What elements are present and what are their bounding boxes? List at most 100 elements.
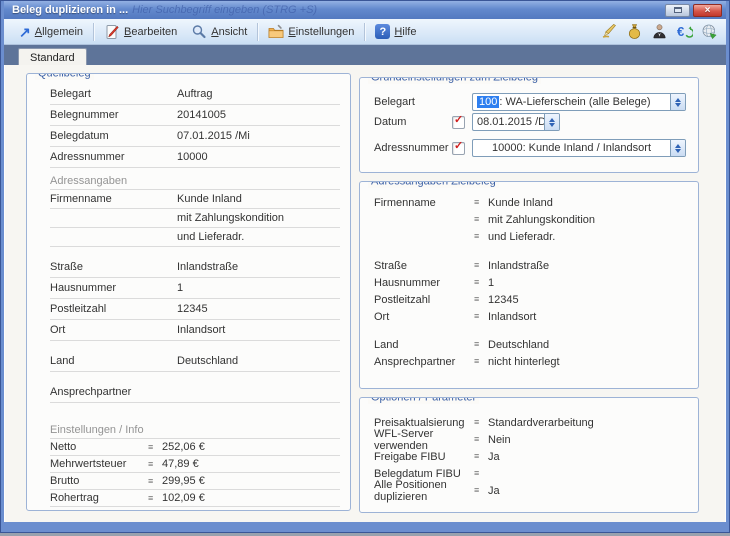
field-value: mit Zahlungskondition [177, 212, 284, 224]
menu-einstellungen[interactable]: Einstellungen [261, 22, 361, 42]
belegart-spinner[interactable] [670, 94, 685, 110]
equals-icon: ≡ [474, 261, 488, 270]
arrow-up-right-icon: ↗ [19, 25, 31, 39]
euro-refresh-icon[interactable]: € [675, 23, 693, 41]
field-value: Inlandstraße [488, 260, 549, 272]
field-row: Mehrwertsteuer≡47,89 € [50, 456, 340, 473]
person-icon[interactable] [650, 23, 668, 41]
help-icon: ? [375, 24, 390, 39]
adressnummer-value: 10000: Kunde Inland / Inlandsort [473, 140, 670, 156]
spinner-up-icon [549, 118, 555, 122]
field-row: StraßeInlandstraße [50, 257, 340, 278]
equals-icon: ≡ [474, 435, 488, 444]
globe-export-icon[interactable] [700, 23, 718, 41]
field-value: 12345 [177, 303, 208, 315]
section-adressangaben: Adressangaben [50, 172, 340, 190]
datum-input[interactable]: 08.01.2015 /Do [472, 113, 560, 131]
content-area: Quellbeleg BelegartAuftrag Belegnummer20… [4, 65, 726, 522]
field-value: 20141005 [177, 109, 226, 121]
field-value: und Lieferadr. [488, 231, 555, 243]
equals-icon: ≡ [474, 340, 488, 349]
menu-einstellungen-label: Einstellungen [288, 26, 354, 38]
field-row: Brutto≡299,95 € [50, 473, 340, 490]
field-row: Ansprechpartner [50, 382, 340, 403]
spinner-down-icon [549, 123, 555, 127]
equals-icon: ≡ [474, 295, 488, 304]
field-value: 299,95 € [162, 475, 205, 487]
section-einstellungen-info: Einstellungen / Info [50, 421, 340, 439]
field-value: 12345 [488, 294, 519, 306]
field-row: WFL-Server verwenden≡Nein [374, 431, 686, 448]
field-value: 1 [177, 282, 183, 294]
pen-hand-icon[interactable] [600, 23, 618, 41]
restore-icon [674, 7, 682, 13]
toolbar-right-icons: € [600, 23, 718, 41]
magnifier-icon [191, 24, 207, 40]
field-row: Ort≡Inlandsort [374, 308, 686, 325]
field-row: Belegnummer20141005 [50, 105, 340, 126]
field-value: Ja [488, 485, 500, 497]
field-value: Ja [488, 451, 500, 463]
search-hint-text: Hier Suchbegriff eingeben (STRG +S) [132, 4, 662, 16]
equals-icon: ≡ [474, 232, 488, 241]
svg-text:€: € [677, 24, 684, 39]
field-value: Nein [488, 434, 511, 446]
field-value: Inlandsort [488, 311, 536, 323]
equals-icon: ≡ [148, 477, 162, 486]
tab-band: Standard [4, 45, 726, 65]
field-value: nicht hinterlegt [488, 356, 560, 368]
toolbar-separator [93, 23, 94, 41]
belegart-dropdown[interactable]: 100 : WA-Lieferschein (alle Belege) [472, 93, 686, 111]
field-value: mit Zahlungskondition [488, 214, 595, 226]
field-row: Straße≡Inlandstraße [374, 257, 686, 274]
field-value: und Lieferadr. [177, 231, 244, 243]
field-row: Ansprechpartner≡nicht hinterlegt [374, 353, 686, 370]
field-value: Standardverarbeitung [488, 417, 594, 429]
adressnummer-row: Adressnummer ✓ 10000: Kunde Inland / Inl… [374, 138, 686, 158]
menu-bearbeiten[interactable]: Bearbeiten [97, 22, 184, 42]
field-value: 47,89 € [162, 458, 199, 470]
adressnummer-checkbox[interactable]: ✓ [452, 142, 465, 155]
field-row: mit Zahlungskondition [50, 209, 340, 228]
close-icon: × [705, 5, 711, 16]
menu-ansicht[interactable]: Ansicht [184, 22, 254, 42]
field-value: Inlandstraße [177, 261, 238, 273]
groupbox-grundeinstellungen: Grundeinstellungen zum Zielbeleg Belegar… [359, 77, 699, 173]
equals-icon: ≡ [148, 443, 162, 452]
restore-button[interactable] [665, 4, 690, 17]
field-row: BelegartAuftrag [50, 84, 340, 105]
tab-standard-label: Standard [30, 52, 75, 64]
adressnummer-dropdown[interactable]: 10000: Kunde Inland / Inlandsort [472, 139, 686, 157]
equals-icon: ≡ [474, 312, 488, 321]
red-check-icon: ✓ [454, 113, 463, 126]
money-bag-icon[interactable] [625, 23, 643, 41]
field-row: ≡mit Zahlungskondition [374, 211, 686, 228]
groupbox-quellbeleg: Quellbeleg BelegartAuftrag Belegnummer20… [26, 73, 351, 511]
adressnummer-spinner[interactable] [670, 140, 685, 156]
field-row: Hausnummer1 [50, 278, 340, 299]
field-row: Freigabe FIBU≡Ja [374, 448, 686, 465]
groupbox-optionen-title: Optionen / Parameter [368, 397, 479, 404]
spinner-up-icon [675, 98, 681, 102]
field-row: und Lieferadr. [50, 228, 340, 247]
folder-settings-icon [268, 24, 284, 40]
titlebar[interactable]: Beleg duplizieren in ... Hier Suchbegrif… [4, 1, 726, 19]
field-row: Netto≡252,06 € [50, 439, 340, 456]
close-button[interactable]: × [693, 4, 722, 17]
equals-icon: ≡ [474, 486, 488, 495]
app-window: Beleg duplizieren in ... Hier Suchbegrif… [0, 0, 730, 533]
field-value: 252,06 € [162, 441, 205, 453]
equals-icon: ≡ [148, 494, 162, 503]
toolbar-separator [364, 23, 365, 41]
equals-icon: ≡ [148, 460, 162, 469]
toolbar-separator [257, 23, 258, 41]
field-row: Belegdatum07.01.2015 /Mi [50, 126, 340, 147]
datum-checkbox[interactable]: ✓ [452, 116, 465, 129]
red-check-icon: ✓ [454, 139, 463, 152]
groupbox-grundeinstellungen-title: Grundeinstellungen zum Zielbeleg [368, 77, 541, 84]
tab-standard[interactable]: Standard [18, 48, 87, 65]
menu-allgemein[interactable]: ↗ Allgemein [12, 23, 90, 41]
menu-hilfe[interactable]: ? Hilfe [368, 22, 423, 41]
equals-icon: ≡ [474, 418, 488, 427]
datum-spinner[interactable] [544, 114, 559, 130]
